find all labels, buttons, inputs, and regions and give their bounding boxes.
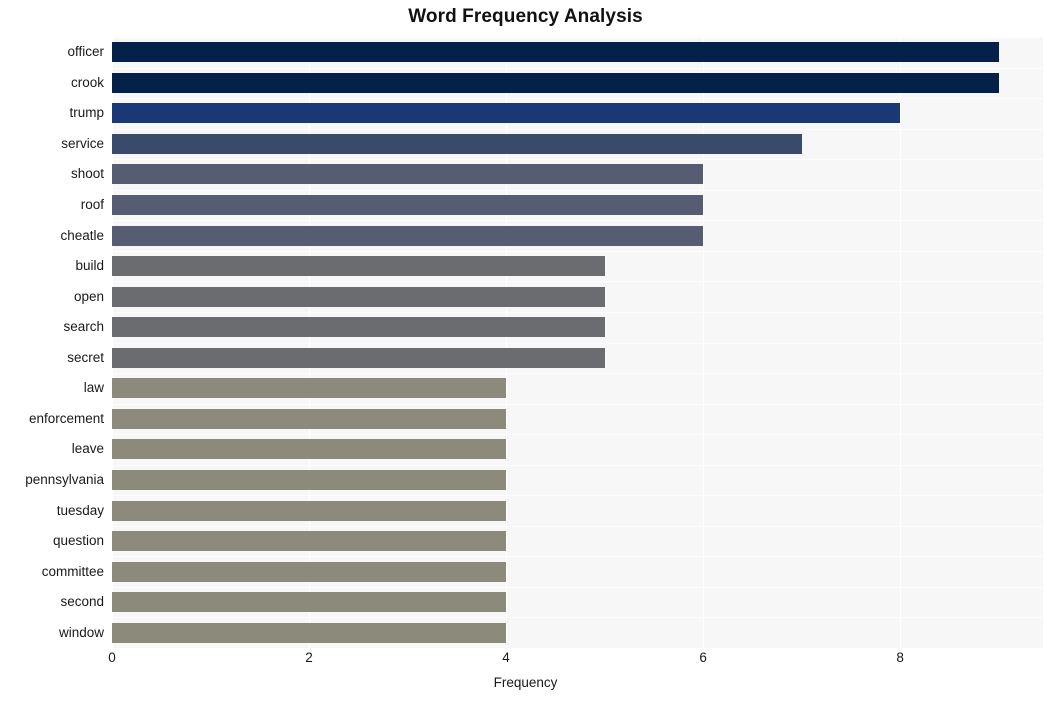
bar <box>112 72 999 93</box>
y-gridline <box>112 526 1043 527</box>
bar <box>112 439 507 460</box>
y-tick-label: second <box>60 594 104 610</box>
bar <box>112 317 605 338</box>
bar <box>112 469 507 490</box>
y-gridline <box>112 37 1043 38</box>
y-tick-label: enforcement <box>28 410 104 426</box>
bar <box>112 133 802 154</box>
y-gridline <box>112 465 1043 466</box>
bar <box>112 286 605 307</box>
y-tick-label: tuesday <box>56 502 104 518</box>
x-tick-label: 8 <box>896 650 904 665</box>
chart-figure: Word Frequency Analysis officer crook trum… <box>0 0 1051 701</box>
bar <box>112 103 901 124</box>
y-tick-label: cheatle <box>60 227 104 243</box>
y-tick-label: service <box>61 135 104 151</box>
y-tick-label: search <box>63 319 104 335</box>
x-tick-label: 6 <box>699 650 707 665</box>
y-gridline <box>112 251 1043 252</box>
bar <box>112 256 605 277</box>
chart-title: Word Frequency Analysis <box>408 6 643 27</box>
y-tick-label: open <box>73 288 104 304</box>
y-tick-label: officer <box>67 44 104 60</box>
y-tick-label: law <box>83 380 104 396</box>
bar <box>112 500 507 521</box>
bar <box>112 164 704 185</box>
y-tick-label: roof <box>80 197 104 213</box>
y-gridline <box>112 434 1043 435</box>
bar <box>112 42 999 63</box>
y-tick-label: window <box>58 624 104 640</box>
y-gridline <box>112 343 1043 344</box>
y-gridline <box>112 281 1043 282</box>
x-tick-label: 4 <box>502 650 510 665</box>
bar <box>112 592 507 613</box>
y-tick-label: crook <box>70 74 104 90</box>
bar <box>112 561 507 582</box>
bar <box>112 378 507 399</box>
plot-area <box>112 37 1043 648</box>
y-gridline <box>112 312 1043 313</box>
y-gridline <box>112 190 1043 191</box>
y-tick-label: committee <box>41 563 104 579</box>
y-gridline <box>112 556 1043 557</box>
y-gridline <box>112 220 1043 221</box>
bar <box>112 531 507 552</box>
y-tick-label: trump <box>69 105 104 121</box>
y-gridline <box>112 617 1043 618</box>
bar <box>112 195 704 216</box>
x-tick-label: 2 <box>305 650 313 665</box>
y-gridline <box>112 129 1043 130</box>
bar <box>112 408 507 429</box>
x-axis-tick-labels: 0 2 4 6 8 <box>108 650 1043 674</box>
bar <box>112 622 507 643</box>
y-gridline <box>112 68 1043 69</box>
y-gridline <box>112 495 1043 496</box>
y-tick-label: question <box>52 533 104 549</box>
y-gridline <box>112 159 1043 160</box>
y-tick-label: build <box>75 258 104 274</box>
y-gridline <box>112 373 1043 374</box>
y-axis-tick-labels: officer crook trump service shoot roof cheatle… <box>0 37 104 648</box>
x-axis-title: Frequency <box>493 675 558 690</box>
y-tick-label: leave <box>71 441 104 457</box>
bar <box>112 347 605 368</box>
y-tick-label: shoot <box>70 166 104 182</box>
bar <box>112 225 704 246</box>
y-tick-label: pennsylvania <box>25 471 104 487</box>
y-gridline <box>112 587 1043 588</box>
y-tick-label: secret <box>67 349 104 365</box>
x-tick-label: 0 <box>108 650 116 665</box>
y-gridline <box>112 98 1043 99</box>
y-gridline <box>112 404 1043 405</box>
